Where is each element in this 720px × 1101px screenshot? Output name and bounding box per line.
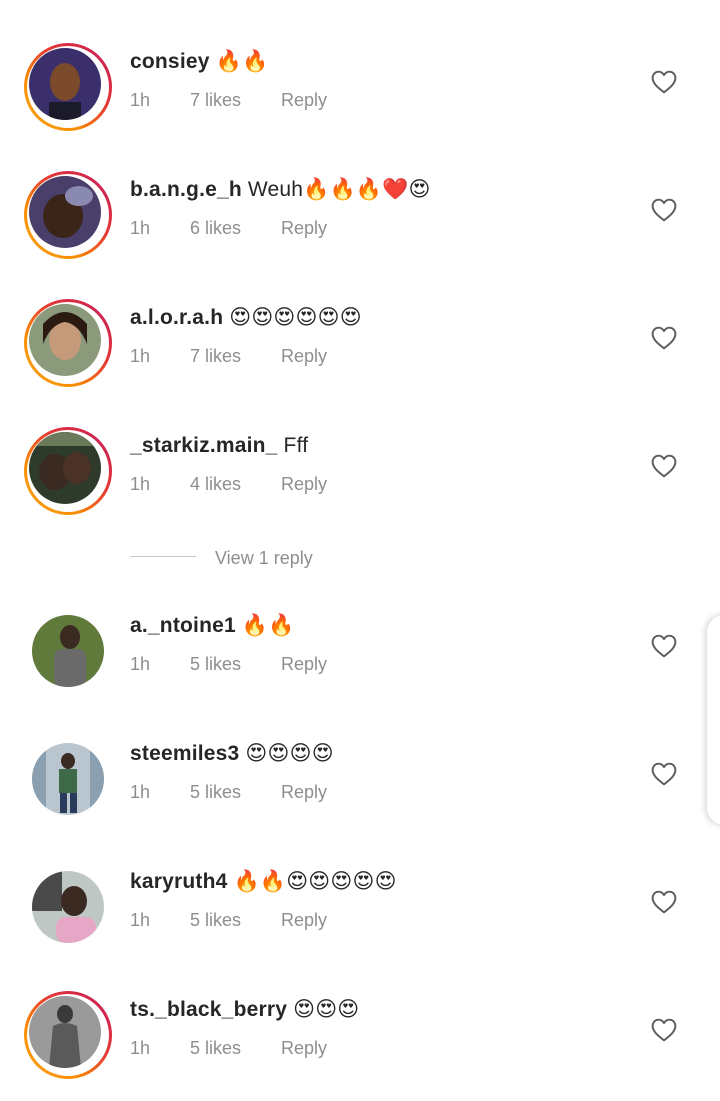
avatar-story-ring[interactable] <box>24 171 112 259</box>
comment-username[interactable]: b.a.n.g.e_h <box>130 178 242 201</box>
avatar-story-ring[interactable] <box>24 427 112 515</box>
comment-likes-count[interactable]: 5 likes <box>190 908 281 932</box>
comment-likes-count[interactable]: 7 likes <box>190 88 281 112</box>
comment-likes-count[interactable]: 4 likes <box>190 472 281 496</box>
view-replies-label[interactable]: View 1 reply <box>215 546 313 570</box>
avatar[interactable] <box>29 176 101 248</box>
comment-time: 1h <box>130 1038 151 1058</box>
avatar[interactable] <box>32 615 104 687</box>
comment-text: 😍😍😍😍😍😍 <box>229 306 362 329</box>
heart-outline-icon[interactable] <box>651 1018 677 1042</box>
heart-outline-icon[interactable] <box>651 198 677 222</box>
heart-outline-icon[interactable] <box>651 890 677 914</box>
comment-username[interactable]: a.l.o.r.a.h <box>130 306 223 329</box>
comment-time: 1h <box>130 474 151 494</box>
comment-time: 1h <box>130 654 151 674</box>
reply-button[interactable]: Reply <box>281 780 327 804</box>
comment-time: 1h <box>130 346 151 366</box>
comment-item: karyruth4 🔥🔥😍😍😍😍😍 1h 5 likes Reply <box>0 863 720 973</box>
comment-time: 1h <box>130 218 151 238</box>
reply-button[interactable]: Reply <box>281 908 327 932</box>
avatar-wrapper[interactable] <box>24 735 112 823</box>
comment-text: 🔥🔥 <box>215 50 269 73</box>
heart-outline-icon[interactable] <box>651 762 677 786</box>
reply-button[interactable]: Reply <box>281 216 327 240</box>
reply-button[interactable]: Reply <box>281 472 327 496</box>
comment-text: 😍😍😍😍 <box>245 742 334 765</box>
comment-item: a._ntoine1 🔥🔥 1h 5 likes Reply <box>0 607 720 717</box>
comment-time: 1h <box>130 782 151 802</box>
avatar-wrapper[interactable] <box>24 607 112 695</box>
reply-button[interactable]: Reply <box>281 1036 327 1060</box>
comment-username[interactable]: consiey <box>130 50 210 73</box>
heart-outline-icon[interactable] <box>651 454 677 478</box>
comment-username[interactable]: a._ntoine1 <box>130 614 236 637</box>
avatar[interactable] <box>32 743 104 815</box>
comment-time: 1h <box>130 910 151 930</box>
avatar[interactable] <box>29 304 101 376</box>
comment-likes-count[interactable]: 5 likes <box>190 780 281 804</box>
comment-text: Fff <box>283 434 309 457</box>
comment-item: ts._black_berry 😍😍😍 1h 5 likes Reply <box>0 991 720 1101</box>
avatar[interactable] <box>32 871 104 943</box>
comment-item: _starkiz.main_ Fff 1h 4 likes Reply <box>0 427 720 537</box>
comment-item: a.l.o.r.a.h 😍😍😍😍😍😍 1h 7 likes Reply <box>0 299 720 409</box>
avatar[interactable] <box>29 432 101 504</box>
avatar-wrapper[interactable] <box>24 863 112 951</box>
heart-outline-icon[interactable] <box>651 634 677 658</box>
comment-item: b.a.n.g.e_h Weuh🔥🔥🔥❤️😍 1h 6 likes Reply <box>0 171 720 281</box>
comment-time: 1h <box>130 90 151 110</box>
avatar[interactable] <box>29 48 101 120</box>
avatar-story-ring[interactable] <box>24 43 112 131</box>
edge-panel-handle[interactable] <box>706 614 720 826</box>
heart-outline-icon[interactable] <box>651 326 677 350</box>
comment-likes-count[interactable]: 5 likes <box>190 1036 281 1060</box>
comment-likes-count[interactable]: 6 likes <box>190 216 281 240</box>
comment-likes-count[interactable]: 5 likes <box>190 652 281 676</box>
reply-button[interactable]: Reply <box>281 88 327 112</box>
comment-item: consiey 🔥🔥 1h 7 likes Reply <box>0 43 720 153</box>
comment-username[interactable]: ts._black_berry <box>130 998 287 1021</box>
divider-line <box>130 556 196 557</box>
comment-text: 😍😍😍 <box>293 998 360 1021</box>
comment-username[interactable]: steemiles3 <box>130 742 239 765</box>
comment-text: 🔥🔥😍😍😍😍😍 <box>233 870 397 893</box>
avatar-story-ring[interactable] <box>24 299 112 387</box>
reply-button[interactable]: Reply <box>281 652 327 676</box>
comment-text: Weuh🔥🔥🔥❤️😍 <box>247 178 431 201</box>
avatar[interactable] <box>29 996 101 1068</box>
heart-outline-icon[interactable] <box>651 70 677 94</box>
avatar-story-ring[interactable] <box>24 991 112 1079</box>
comment-username[interactable]: karyruth4 <box>130 870 228 893</box>
comment-text: 🔥🔥 <box>241 614 295 637</box>
comment-username[interactable]: _starkiz.main_ <box>130 434 278 457</box>
reply-button[interactable]: Reply <box>281 344 327 368</box>
comment-item: steemiles3 😍😍😍😍 1h 5 likes Reply <box>0 735 720 845</box>
comment-likes-count[interactable]: 7 likes <box>190 344 281 368</box>
